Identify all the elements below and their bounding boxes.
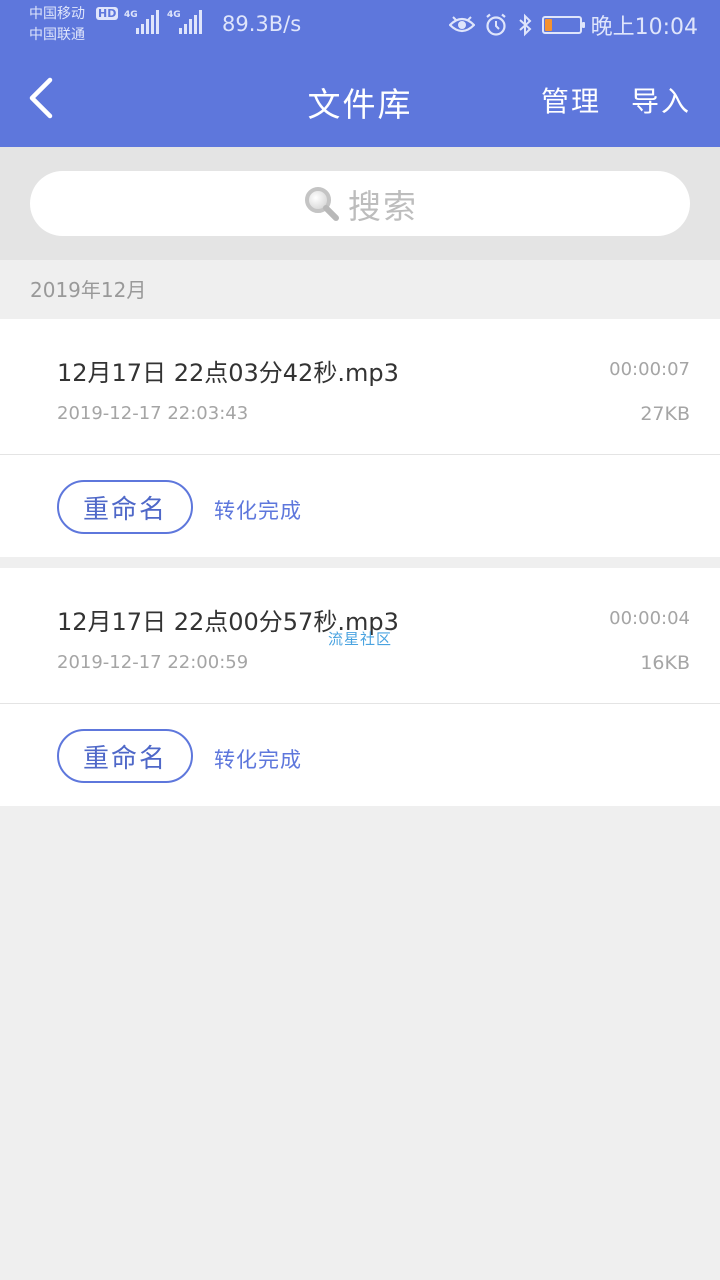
conversion-status: 转化完成 <box>214 748 302 772</box>
search-bar-container: 搜索 <box>0 147 720 260</box>
eye-icon <box>448 15 475 35</box>
clock: 晚上10:04 <box>590 15 698 40</box>
status-icons: 晚上10:04 <box>448 8 698 42</box>
file-card: 12月17日 22点03分42秒.mp3 2019-12-17 22:03:43… <box>0 319 720 557</box>
hd-badge: HD <box>96 7 119 20</box>
page-title: 文件库 <box>307 85 413 124</box>
search-input[interactable]: 搜索 <box>30 171 690 236</box>
file-size: 16KB <box>640 652 690 674</box>
conversion-status: 转化完成 <box>214 499 302 523</box>
file-duration: 00:00:04 <box>609 608 690 629</box>
search-icon <box>305 186 339 221</box>
battery-level <box>544 19 552 31</box>
alarm-icon <box>484 13 508 37</box>
file-duration: 00:00:07 <box>609 359 690 380</box>
search-placeholder: 搜索 <box>348 186 418 226</box>
status-bar: 中国移动 中国联通 HD 4G 4G 89.3B/s 晚上10:04 <box>0 0 720 50</box>
file-card: 12月17日 22点00分57秒.mp3 2019-12-17 22:00:59… <box>0 568 720 806</box>
file-name: 12月17日 22点03分42秒.mp3 <box>57 359 399 387</box>
file-date: 2019-12-17 22:00:59 <box>57 652 249 673</box>
import-button[interactable]: 导入 <box>631 80 691 120</box>
carrier-labels: 中国移动 中国联通 <box>29 4 85 46</box>
battery-icon <box>541 16 585 34</box>
carrier-2: 中国联通 <box>29 27 85 43</box>
net-speed: 89.3B/s <box>222 12 302 36</box>
app-header: 中国移动 中国联通 HD 4G 4G 89.3B/s 晚上10:04 文件库 管… <box>0 0 720 147</box>
watermark: 流星社区 <box>328 630 393 648</box>
file-info-row[interactable]: 12月17日 22点03分42秒.mp3 2019-12-17 22:03:43… <box>0 319 720 455</box>
file-date: 2019-12-17 22:03:43 <box>57 403 249 424</box>
file-size: 27KB <box>640 403 690 425</box>
carrier-1: 中国移动 <box>29 6 85 22</box>
manage-button[interactable]: 管理 <box>541 80 601 120</box>
bluetooth-icon <box>517 13 533 37</box>
rename-button[interactable]: 重命名 <box>57 480 193 534</box>
month-header: 2019年12月 <box>30 278 147 302</box>
rename-button[interactable]: 重命名 <box>57 729 193 783</box>
